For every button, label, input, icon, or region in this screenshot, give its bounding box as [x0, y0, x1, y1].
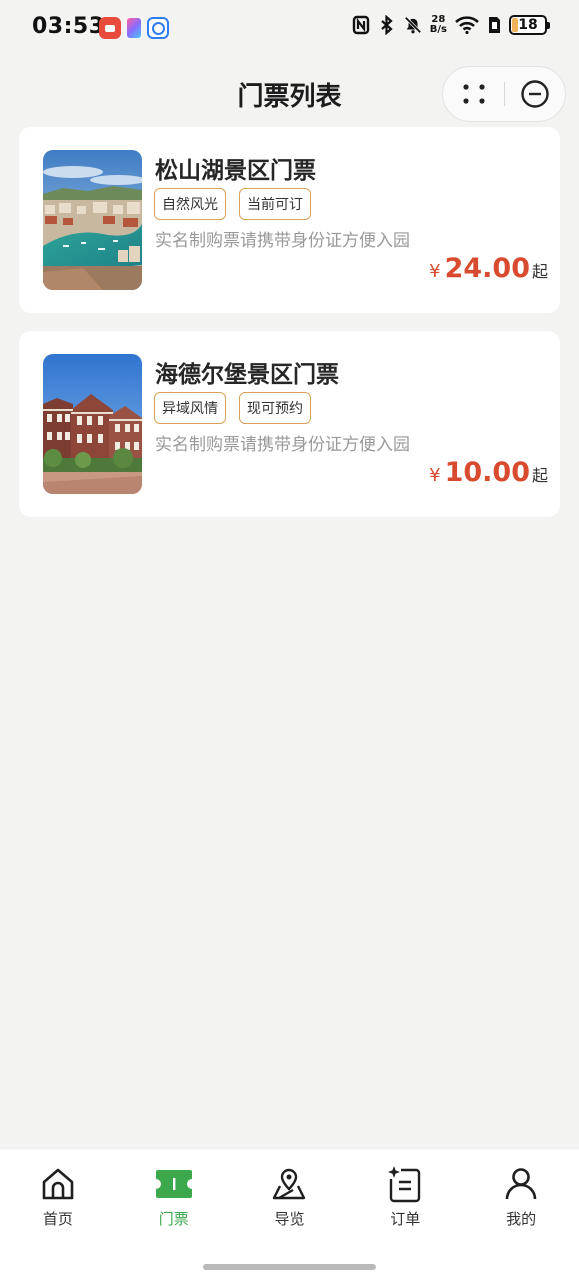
home-icon — [38, 1164, 78, 1204]
ticket-tag: 异域风情 — [154, 392, 226, 424]
ticket-name: 松山湖景区门票 — [155, 158, 316, 184]
tab-label: 首页 — [42, 1210, 73, 1228]
wifi-icon — [455, 15, 479, 35]
price-currency: ¥ — [429, 261, 441, 282]
ticket-name: 海德尔堡景区门票 — [155, 362, 339, 388]
ticket-tag: 当前可订 — [239, 188, 311, 220]
price-currency: ¥ — [429, 465, 441, 486]
nfc-icon — [352, 15, 370, 35]
status-indicators: 28 B/s 18 — [352, 14, 550, 35]
ticket-tag: 自然风光 — [154, 188, 226, 220]
tab-tickets[interactable]: 门票 — [116, 1149, 232, 1239]
video-app-icon — [99, 17, 121, 39]
status-time: 03:53 — [32, 14, 105, 39]
lakeside-city-photo — [43, 150, 142, 290]
tab-profile[interactable]: 我的 — [463, 1149, 579, 1239]
ticket-thumbnail — [43, 150, 142, 290]
ticket-notice: 实名制购票请携带身份证方便入园 — [155, 435, 410, 455]
more-button[interactable] — [443, 67, 504, 121]
ticket-tags: 异域风情 现可预约 — [154, 392, 311, 424]
tab-label: 门票 — [158, 1210, 189, 1228]
map-guide-icon — [269, 1164, 309, 1204]
status-app-icons — [99, 17, 169, 39]
bluetooth-icon — [378, 15, 396, 35]
ticket-tag: 现可预约 — [239, 392, 311, 424]
mini-program-screen: 03:53 28 B/s 18 门票列表 松山湖景区门票 自然风光 当前可订 实… — [0, 0, 579, 1280]
profile-icon — [501, 1164, 541, 1204]
european-building-photo — [43, 354, 142, 494]
tab-guide[interactable]: 导览 — [232, 1149, 348, 1239]
more-dots-icon — [462, 84, 485, 104]
browser-app-icon — [147, 17, 169, 39]
close-button[interactable] — [505, 67, 565, 121]
minus-circle-icon — [521, 80, 549, 108]
network-speed: 28 B/s — [429, 14, 447, 35]
tab-home[interactable]: 首页 — [0, 1149, 116, 1239]
ticket-card[interactable]: 海德尔堡景区门票 异域风情 现可预约 实名制购票请携带身份证方便入园 ¥ 10.… — [19, 331, 560, 517]
price-value: 10.00 — [444, 457, 530, 488]
mini-program-capsule — [442, 66, 566, 122]
ticket-thumbnail — [43, 354, 142, 494]
ticket-tags: 自然风光 当前可订 — [154, 188, 311, 220]
page-header: 门票列表 — [0, 62, 579, 122]
gallery-app-icon — [127, 18, 141, 38]
mute-icon — [404, 15, 422, 35]
battery-icon: 18 — [509, 15, 550, 35]
price-suffix: 起 — [531, 466, 548, 485]
order-icon — [385, 1164, 425, 1204]
ticket-card[interactable]: 松山湖景区门票 自然风光 当前可订 实名制购票请携带身份证方便入园 ¥ 24.0… — [19, 127, 560, 313]
tab-label: 订单 — [390, 1210, 421, 1228]
sim-icon — [487, 15, 501, 35]
tab-label: 我的 — [506, 1210, 537, 1228]
ticket-list: 松山湖景区门票 自然风光 当前可订 实名制购票请携带身份证方便入园 ¥ 24.0… — [19, 127, 560, 535]
home-indicator[interactable] — [203, 1264, 376, 1270]
ticket-icon — [154, 1164, 194, 1204]
price-suffix: 起 — [531, 262, 548, 281]
bottom-tab-bar: 首页 门票 导览 订单 我的 — [0, 1148, 579, 1280]
price-value: 24.00 — [444, 253, 530, 284]
tab-orders[interactable]: 订单 — [347, 1149, 463, 1239]
ticket-notice: 实名制购票请携带身份证方便入园 — [155, 231, 410, 251]
ticket-price: ¥ 24.00 起 — [429, 253, 548, 284]
ticket-price: ¥ 10.00 起 — [429, 457, 548, 488]
tab-label: 导览 — [274, 1210, 305, 1228]
status-bar: 03:53 28 B/s 18 — [0, 0, 579, 56]
